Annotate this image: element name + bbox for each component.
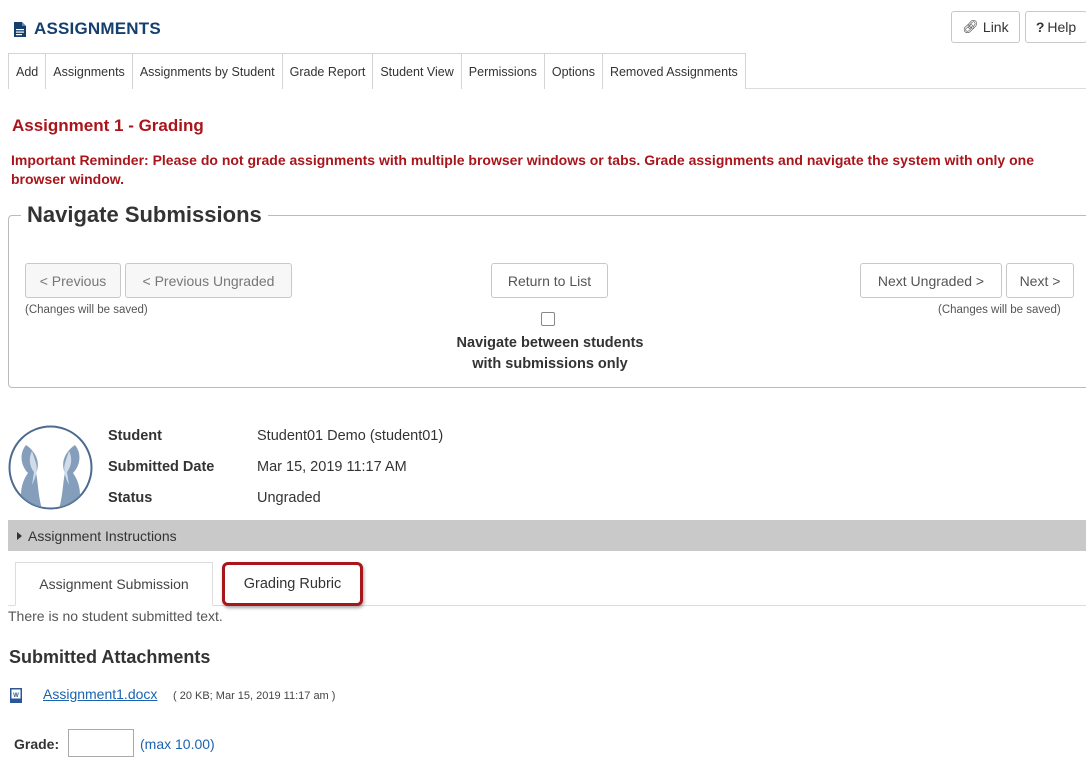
next-ungraded-button[interactable]: Next Ungraded > bbox=[860, 263, 1002, 298]
help-icon: ? bbox=[1035, 19, 1045, 35]
page-header: ASSIGNMENTS bbox=[14, 19, 161, 39]
changes-saved-note-left: (Changes will be saved) bbox=[25, 304, 148, 316]
status-value: Ungraded bbox=[257, 490, 321, 506]
assignment-instructions-label: Assignment Instructions bbox=[28, 527, 177, 544]
caret-right-icon bbox=[17, 531, 22, 540]
previous-ungraded-button[interactable]: < Previous Ungraded bbox=[125, 263, 292, 298]
help-button-label: Help bbox=[1047, 19, 1077, 35]
attachment-meta: ( 20 KB; Mar 15, 2019 11:17 am ) bbox=[173, 690, 336, 702]
link-button[interactable]: 🔗︎ Link bbox=[951, 11, 1020, 43]
return-to-list-button[interactable]: Return to List bbox=[491, 263, 608, 298]
tab-grading-rubric[interactable]: Grading Rubric bbox=[222, 562, 363, 606]
submissions-only-checkbox[interactable] bbox=[541, 312, 555, 326]
previous-button[interactable]: < Previous bbox=[25, 263, 121, 298]
student-value: Student01 Demo (student01) bbox=[257, 428, 444, 444]
link-icon: 🔗︎ bbox=[962, 19, 979, 34]
navigate-submissions-legend: Navigate Submissions bbox=[27, 202, 262, 227]
nav-item-student-view[interactable]: Student View bbox=[372, 53, 462, 89]
word-document-icon: W bbox=[10, 688, 22, 703]
submitted-date-value: Mar 15, 2019 11:17 AM bbox=[257, 459, 407, 475]
important-reminder: Important Reminder: Please do not grade … bbox=[11, 152, 1034, 187]
page-header-title: ASSIGNMENTS bbox=[34, 19, 161, 38]
tab-assignment-submission[interactable]: Assignment Submission bbox=[15, 562, 213, 606]
attachment-link[interactable]: Assignment1.docx bbox=[43, 686, 157, 702]
status-label: Status bbox=[108, 490, 153, 506]
assignment-instructions-toggle[interactable]: Assignment Instructions bbox=[8, 520, 1086, 551]
grade-input[interactable] bbox=[68, 729, 134, 757]
nav-item-assignments-by-student[interactable]: Assignments by Student bbox=[131, 53, 283, 89]
help-button[interactable]: ? Help bbox=[1025, 11, 1086, 43]
student-avatar bbox=[8, 425, 93, 510]
submitted-attachments-heading: Submitted Attachments bbox=[9, 647, 211, 667]
nav-item-assignments[interactable]: Assignments bbox=[45, 53, 133, 89]
tool-navbar: Add Assignments Assignments by Student G… bbox=[8, 53, 1086, 89]
nav-item-permissions[interactable]: Permissions bbox=[460, 53, 545, 89]
nav-item-add[interactable]: Add bbox=[8, 53, 47, 89]
student-label: Student bbox=[108, 428, 162, 444]
changes-saved-note-right: (Changes will be saved) bbox=[938, 304, 1061, 316]
link-button-label: Link bbox=[982, 19, 1009, 35]
submitted-date-label: Submitted Date bbox=[108, 459, 215, 475]
nav-item-removed-assignments[interactable]: Removed Assignments bbox=[601, 53, 746, 89]
assignment-grading-title: Assignment 1 - Grading bbox=[12, 116, 204, 135]
submissions-only-label-line2: with submissions only bbox=[472, 356, 628, 372]
submissions-only-label-line1: Navigate between students bbox=[456, 335, 644, 351]
grade-max-note: (max 10.00) bbox=[140, 736, 215, 752]
svg-text:W: W bbox=[13, 693, 19, 699]
document-icon bbox=[14, 21, 26, 37]
next-button[interactable]: Next > bbox=[1006, 263, 1074, 298]
grade-label: Grade: bbox=[14, 736, 60, 752]
submissions-only-label: Navigate between students with submissio… bbox=[430, 333, 670, 375]
nav-item-grade-report[interactable]: Grade Report bbox=[281, 53, 374, 89]
nav-item-options[interactable]: Options bbox=[543, 53, 603, 89]
no-submitted-text-message: There is no student submitted text. bbox=[8, 608, 223, 624]
